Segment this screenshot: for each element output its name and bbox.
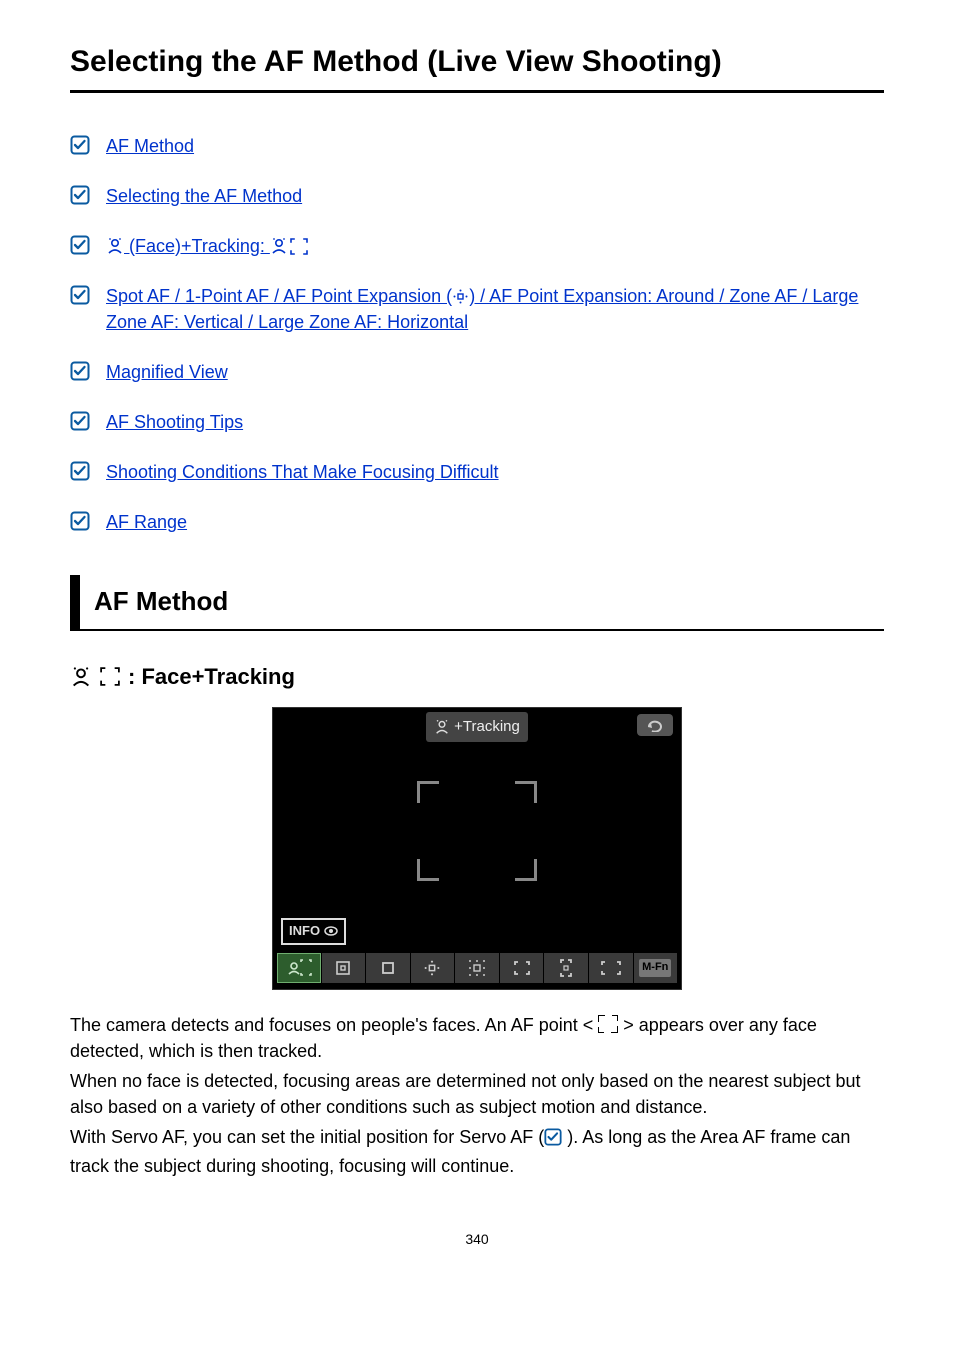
- p3a: With Servo AF, you can set the initial p…: [70, 1127, 544, 1147]
- link-face-tracking[interactable]: (Face)+Tracking:: [106, 233, 308, 259]
- paragraph-2: When no face is detected, focusing areas…: [70, 1068, 884, 1120]
- method-mfn: M-Fn: [634, 953, 678, 983]
- method-1point-af: [366, 953, 411, 983]
- method-expand-around: [455, 953, 500, 983]
- expand-cross-icon: [452, 288, 469, 305]
- method-expand-cross: [411, 953, 456, 983]
- link-af-range[interactable]: AF Range: [106, 509, 187, 535]
- method-large-zone-vertical: [544, 953, 589, 983]
- link-magnified-view[interactable]: Magnified View: [106, 359, 228, 385]
- face-icon: [106, 237, 124, 255]
- toc-list: AF Method Selecting the AF Method (Face)…: [70, 133, 884, 536]
- link-text: (Face)+Tracking:: [124, 236, 270, 256]
- info-label: INFO: [289, 922, 320, 941]
- camera-screenshot: +Tracking INFO: [272, 707, 682, 990]
- page-title: Selecting the AF Method (Live View Shoot…: [70, 40, 884, 93]
- eye-icon: [324, 926, 338, 936]
- section-heading-text: AF Method: [94, 583, 884, 621]
- face-icon: [434, 719, 450, 735]
- focus-frame: [417, 781, 537, 881]
- info-badge: INFO: [281, 918, 346, 945]
- face-brackets-icon: [290, 238, 308, 255]
- p1a: The camera detects and focuses on people…: [70, 1015, 598, 1035]
- check-icon: [70, 461, 90, 481]
- mode-label-text: +Tracking: [454, 716, 520, 738]
- link-af-shooting-tips[interactable]: AF Shooting Tips: [106, 409, 243, 435]
- face-icon: [70, 666, 92, 688]
- paragraph-3: With Servo AF, you can set the initial p…: [70, 1124, 884, 1179]
- paragraph-1: The camera detects and focuses on people…: [70, 1012, 884, 1064]
- section-heading: AF Method: [70, 575, 884, 631]
- subheading: : Face+Tracking: [70, 661, 884, 693]
- method-spot-af: [322, 953, 367, 983]
- link-af-method[interactable]: AF Method: [106, 133, 194, 159]
- page-number: 340: [70, 1229, 884, 1249]
- check-icon: [70, 361, 90, 381]
- af-method-strip: M-Fn: [273, 949, 681, 989]
- af-point-icon: [598, 1015, 618, 1033]
- check-icon: [70, 511, 90, 531]
- subheading-text: : Face+Tracking: [128, 661, 295, 693]
- face-brackets-icon: [100, 667, 120, 686]
- face-icon: [270, 237, 288, 255]
- check-icon: [70, 135, 90, 155]
- check-icon: [70, 285, 90, 305]
- method-zone-af: [500, 953, 545, 983]
- check-icon: [70, 235, 90, 255]
- mode-label: +Tracking: [426, 712, 528, 742]
- method-face-tracking: [277, 953, 322, 983]
- check-icon[interactable]: [544, 1127, 562, 1153]
- check-icon: [70, 411, 90, 431]
- live-view-area: [273, 746, 681, 916]
- check-icon: [70, 185, 90, 205]
- method-large-zone-horizontal: [589, 953, 634, 983]
- back-icon: [637, 714, 673, 736]
- link-text-a: Spot AF / 1-Point AF / AF Point Expansio…: [106, 286, 452, 306]
- mfn-label: M-Fn: [639, 959, 671, 977]
- link-shooting-conditions[interactable]: Shooting Conditions That Make Focusing D…: [106, 459, 499, 485]
- link-selecting-af-method[interactable]: Selecting the AF Method: [106, 183, 302, 209]
- link-spot-af[interactable]: Spot AF / 1-Point AF / AF Point Expansio…: [106, 283, 884, 335]
